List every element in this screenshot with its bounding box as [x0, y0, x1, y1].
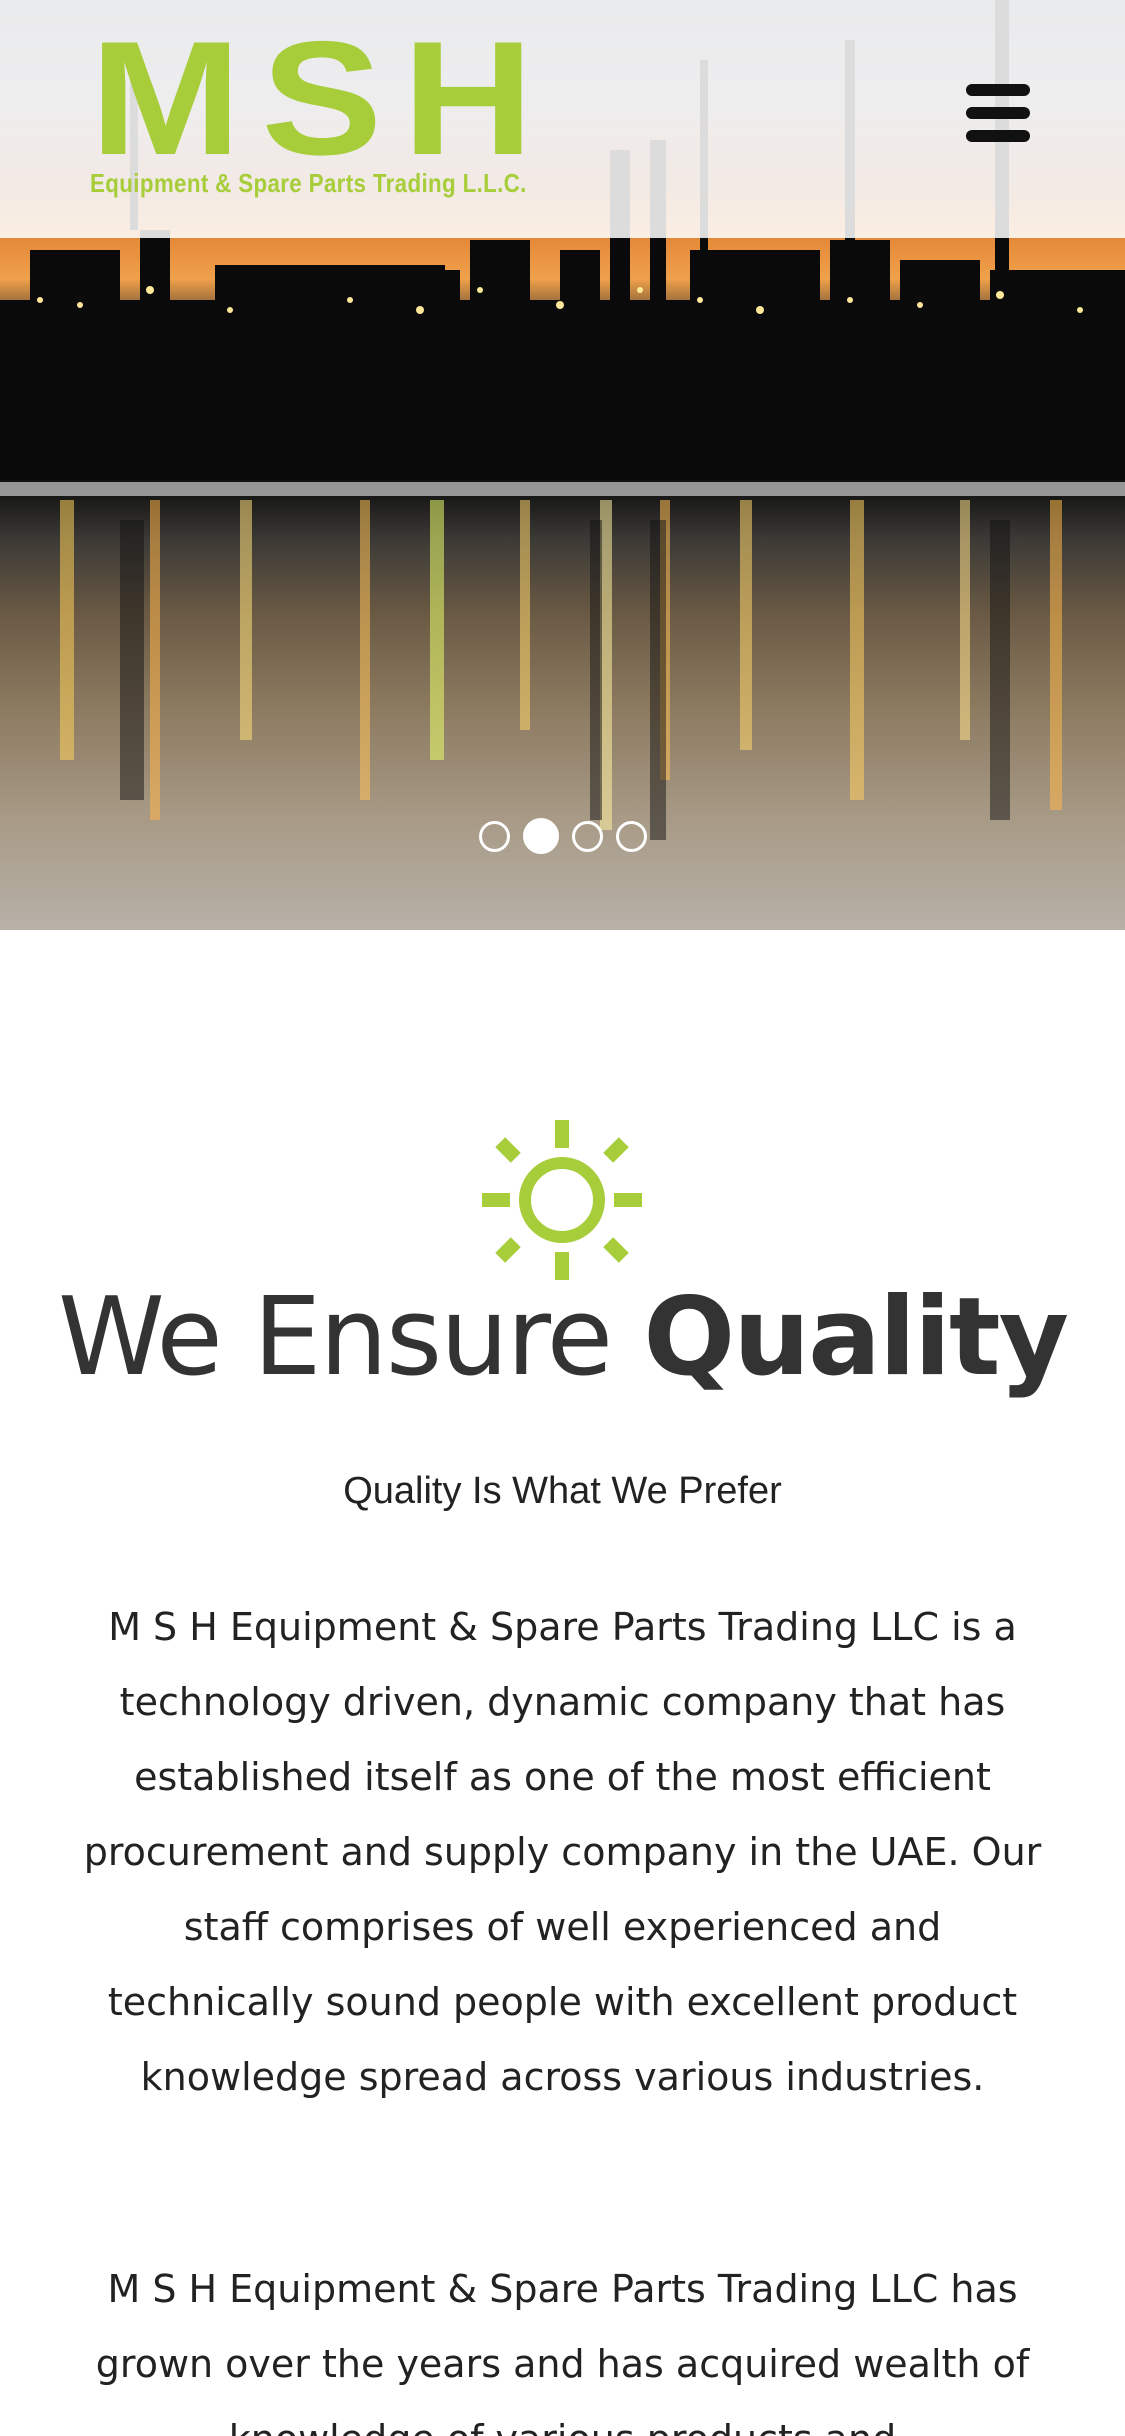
section-subheading: Quality Is What We Prefer	[343, 1470, 782, 1512]
slider-dot[interactable]	[478, 820, 510, 852]
menu-bar	[966, 107, 1030, 119]
logo-tagline: Equipment & Spare Parts Trading L.L.C.	[90, 168, 527, 198]
sun-icon	[482, 1120, 642, 1280]
section-heading: We Ensure Quality	[0, 1275, 1125, 1400]
heading-bold: Quality	[643, 1275, 1069, 1400]
hamburger-menu-icon[interactable]	[960, 80, 1036, 146]
logo-mark: MSH	[90, 8, 554, 189]
intro-paragraph-2: M S H Equipment & Spare Parts Trading LL…	[95, 2267, 1030, 2436]
menu-bar	[966, 84, 1030, 96]
heading-light: We Ensure	[57, 1275, 644, 1400]
slider-dot-active[interactable]	[522, 818, 559, 854]
slider-dot[interactable]	[615, 820, 647, 852]
site-header: MSH Equipment & Spare Parts Trading L.L.…	[0, 0, 1125, 238]
slider-dot[interactable]	[571, 820, 603, 852]
intro-paragraph-1: M S H Equipment & Spare Parts Trading LL…	[83, 1605, 1042, 2099]
slider-pagination	[0, 818, 1125, 854]
menu-bar	[966, 130, 1030, 142]
